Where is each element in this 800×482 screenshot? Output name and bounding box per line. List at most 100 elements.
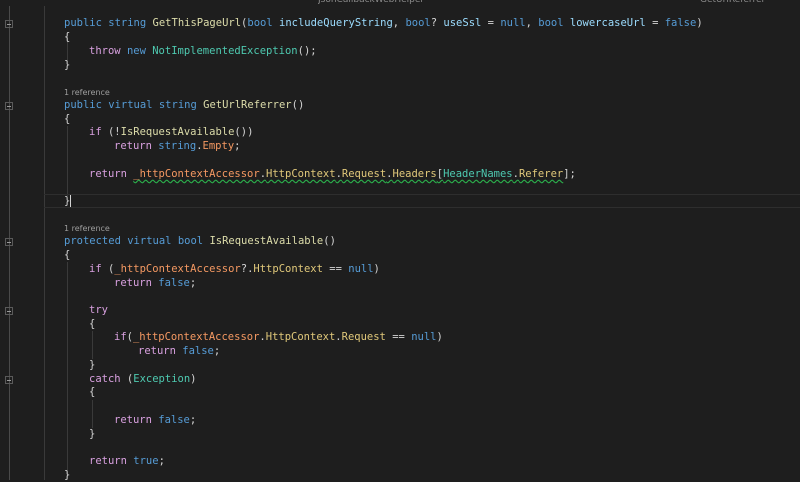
property-name: Headers: [392, 168, 437, 180]
punct: ,: [525, 17, 539, 29]
method-name: GetUrlReferrer: [203, 99, 292, 111]
punct: ==: [385, 331, 412, 343]
current-line-highlight: [44, 194, 800, 208]
codelens-references[interactable]: 1 reference: [64, 224, 110, 234]
punct: ;: [189, 414, 197, 426]
code-editor[interactable]: public string GetThisPageUrl ( bool includ…: [0, 6, 800, 481]
keyword: return: [114, 414, 152, 426]
type-name: Exception: [133, 373, 191, 385]
keyword: virtual: [127, 235, 172, 247]
property-name: HttpContext: [266, 168, 336, 180]
punct: ;: [189, 277, 197, 289]
code-line[interactable]: public string GetThisPageUrl(bool includ…: [64, 16, 703, 30]
punct: =: [645, 17, 665, 29]
punct: (!: [101, 126, 121, 138]
keyword: try: [89, 304, 108, 316]
method-name: GetThisPageUrl: [152, 17, 242, 29]
property-name: HttpContext: [265, 331, 336, 343]
fold-toggle-icon[interactable]: [5, 20, 13, 28]
indent-guide: [44, 6, 45, 480]
punct: ];: [563, 168, 576, 180]
keyword: false: [664, 17, 697, 29]
code-line[interactable]: public virtual string GetUrlReferrer(): [64, 98, 304, 112]
code-line[interactable]: if (!IsRequestAvailable()): [89, 125, 253, 139]
code-line[interactable]: if (_httpContextAccessor?.HttpContext ==…: [89, 262, 380, 276]
keyword: return: [114, 277, 152, 289]
property-name: Request: [341, 331, 386, 343]
code-line[interactable]: throw new NotImplementedException();: [89, 44, 317, 58]
keyword: bool: [177, 235, 204, 247]
punct: =: [481, 17, 501, 29]
method-name: IsRequestAvailable: [209, 235, 324, 247]
keyword: catch: [89, 373, 121, 385]
keyword: return: [114, 140, 152, 152]
keyword: null: [348, 263, 374, 275]
punct: ;: [213, 345, 221, 357]
punct: (: [120, 373, 134, 385]
indent-guide: [92, 400, 93, 428]
field-name: _httpContextAccessor: [114, 263, 241, 275]
keyword: if: [89, 126, 102, 138]
keyword: if: [114, 331, 127, 343]
code-line[interactable]: if(_httpContextAccessor.HttpContext.Requ…: [114, 330, 443, 344]
code-line[interactable]: }: [89, 358, 95, 372]
code-line[interactable]: return string.Empty;: [114, 139, 240, 153]
property-name: HttpContext: [253, 263, 323, 275]
code-line[interactable]: try: [89, 303, 108, 317]
punct: ): [190, 373, 197, 385]
code-line[interactable]: }: [89, 427, 95, 441]
code-line[interactable]: }: [64, 58, 70, 72]
code-line[interactable]: protected virtual bool IsRequestAvailabl…: [64, 234, 336, 248]
code-line[interactable]: return _httpContextAccessor.HttpContext.…: [89, 167, 576, 181]
punct: ?.: [240, 263, 254, 275]
keyword: if: [89, 263, 102, 275]
fold-toggle-icon[interactable]: [5, 307, 13, 315]
keyword: virtual: [108, 99, 153, 111]
fold-toggle-icon[interactable]: [5, 238, 13, 246]
keyword: throw: [89, 45, 121, 57]
method-call: IsRequestAvailable: [120, 126, 235, 138]
punct: ,: [392, 17, 406, 29]
punct: ()): [234, 126, 254, 138]
code-line[interactable]: {: [89, 317, 95, 331]
punct: (): [323, 235, 336, 247]
property-name: Referer: [518, 168, 564, 180]
field-name: _httpContextAccessor: [132, 331, 260, 343]
parameter: lowercaseUrl: [569, 17, 646, 29]
keyword: new: [126, 45, 146, 57]
keyword: false: [158, 277, 190, 289]
code-line[interactable]: return false;: [138, 344, 220, 358]
keyword: string: [108, 17, 147, 29]
code-line[interactable]: {: [64, 248, 70, 262]
keyword: false: [158, 414, 190, 426]
keyword: return: [89, 455, 127, 467]
keyword: bool: [538, 17, 564, 29]
punct: ): [696, 17, 703, 29]
code-line[interactable]: return false;: [114, 276, 196, 290]
punct: ?: [430, 17, 444, 29]
parameter: includeQueryString: [279, 17, 393, 29]
field-name: Empty: [202, 140, 235, 152]
code-line[interactable]: }: [64, 194, 72, 208]
editor-gutter: [0, 6, 22, 480]
keyword: return: [138, 345, 176, 357]
punct: ): [373, 263, 380, 275]
code-line[interactable]: {: [64, 112, 70, 126]
type-name: NotImplementedException: [152, 45, 298, 57]
code-line[interactable]: {: [89, 385, 95, 399]
keyword: public: [64, 99, 102, 111]
code-line[interactable]: return true;: [89, 454, 165, 468]
indent-guide: [92, 331, 93, 359]
fold-toggle-icon[interactable]: [5, 376, 13, 384]
diagnostic-squiggle[interactable]: _httpContextAccessor.HttpContext.Request…: [133, 168, 563, 180]
indent-guide: [67, 262, 68, 480]
property-name: Request: [341, 168, 387, 180]
keyword: public: [64, 17, 102, 29]
codelens-references[interactable]: 1 reference: [64, 88, 110, 98]
keyword: string: [158, 140, 197, 152]
parameter: useSsl: [443, 17, 482, 29]
code-line[interactable]: return false;: [114, 413, 196, 427]
fold-toggle-icon[interactable]: [5, 102, 13, 110]
code-line[interactable]: {: [64, 30, 70, 44]
code-line[interactable]: catch (Exception): [89, 372, 197, 386]
